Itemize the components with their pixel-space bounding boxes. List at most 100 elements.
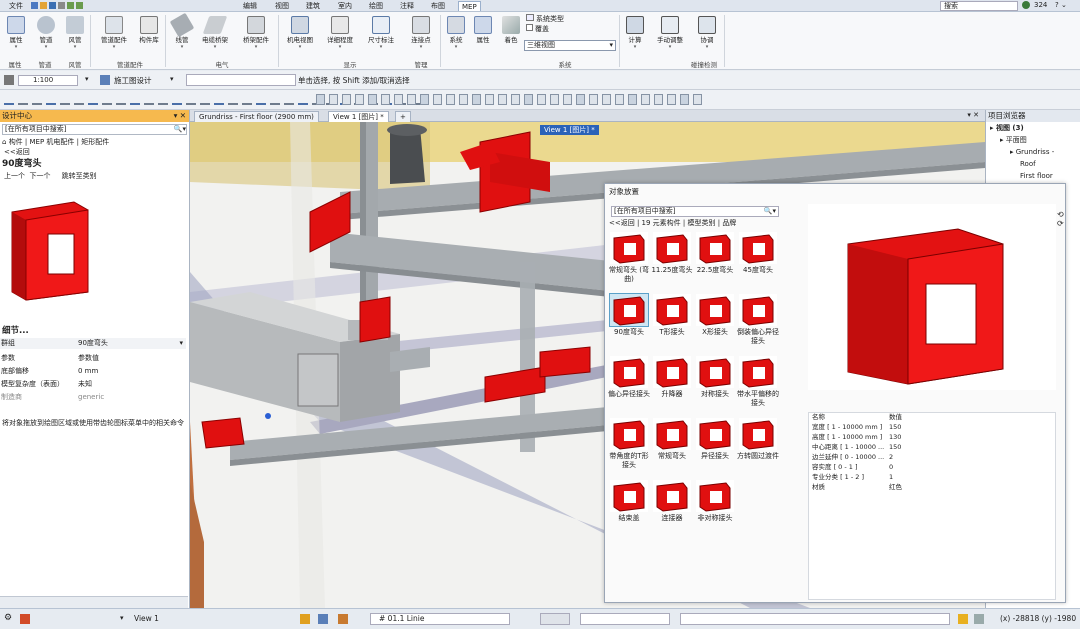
search-input[interactable]: 搜索 xyxy=(940,1,1018,11)
crumb-elements[interactable]: 19 元素构件 xyxy=(642,219,681,227)
shade-icon[interactable] xyxy=(459,94,468,105)
tab-architecture[interactable]: 建筑 xyxy=(303,1,323,11)
fitting-item[interactable]: 常规弯头 xyxy=(650,418,694,461)
tool-icon[interactable] xyxy=(20,614,30,624)
param-row[interactable]: 宽度 [ 1 - 10000 mm ] 150 xyxy=(809,422,1055,432)
next-link[interactable]: 下一个 xyxy=(29,172,50,180)
chevron-down-icon[interactable]: ▾ xyxy=(170,75,174,83)
connection-point-button[interactable]: 连接点 ▾ xyxy=(404,14,438,58)
brush-icon[interactable] xyxy=(338,614,348,624)
fitting-item[interactable]: 11.25度弯头 xyxy=(650,232,694,275)
crumb-rect-fittings[interactable]: 矩形配件 xyxy=(81,138,109,146)
fitting-item[interactable]: T形接头 xyxy=(650,294,694,337)
draw-line-icon[interactable] xyxy=(144,94,154,105)
fitting-item[interactable]: 方转圆过渡件 xyxy=(736,418,780,461)
tree-item[interactable]: ▸ 平面图 xyxy=(986,134,1080,146)
snap-center-icon[interactable] xyxy=(32,94,42,105)
section-icon[interactable] xyxy=(394,94,403,105)
snap-tangent-icon[interactable] xyxy=(74,94,84,105)
help-icon[interactable]: ? ⌄ xyxy=(1055,1,1067,9)
coloring-button[interactable]: 着色 xyxy=(496,14,526,58)
hide-icon[interactable] xyxy=(407,94,416,105)
duct-button[interactable]: 风管 ▾ xyxy=(60,14,90,58)
draw-arc-icon[interactable] xyxy=(186,94,196,105)
pipe-button[interactable]: 管道 ▾ xyxy=(31,14,61,58)
back-link[interactable]: <<返回 xyxy=(609,219,635,227)
trim-icon[interactable] xyxy=(298,94,308,105)
cable-tray-button[interactable]: 电缆桥架 ▾ xyxy=(198,14,232,58)
fitting-item[interactable]: 90度弯头 xyxy=(607,293,651,337)
system-properties-button[interactable]: 属性 xyxy=(468,14,498,58)
preview-tools[interactable]: ⟲ ⟳ xyxy=(1057,210,1067,238)
snap-midpoint-icon[interactable] xyxy=(18,94,28,105)
snap-polar-icon[interactable] xyxy=(130,94,140,105)
zoom-in-icon[interactable] xyxy=(342,94,351,105)
snap-nearest-icon[interactable] xyxy=(88,94,98,105)
tree-item[interactable]: ▸ Grundriss - xyxy=(986,146,1080,158)
lock-icon[interactable] xyxy=(958,614,968,624)
home-icon[interactable]: ⌂ xyxy=(2,138,6,146)
param-row[interactable]: 高度 [ 1 - 10000 mm ] 130 xyxy=(809,432,1055,442)
property-row[interactable]: 制造商 generic xyxy=(0,392,186,403)
redo-view-icon[interactable] xyxy=(329,94,338,105)
fitting-item[interactable]: 连接器 xyxy=(650,480,694,523)
fitting-item[interactable]: 带角度的T形接头 xyxy=(607,418,651,470)
chevron-down-icon[interactable]: ▾ xyxy=(85,75,89,83)
prev-link[interactable]: 上一个 xyxy=(4,172,25,180)
search-icon[interactable]: 🔍▾ xyxy=(764,207,776,216)
fitting-item[interactable]: 对称接头 xyxy=(693,356,737,399)
quick-access-toolbar[interactable] xyxy=(30,1,150,10)
fitting-item[interactable]: 45度弯头 xyxy=(736,232,780,275)
open-icon[interactable] xyxy=(40,2,47,9)
lock-icon[interactable] xyxy=(589,94,598,105)
print-icon[interactable] xyxy=(58,2,65,9)
tray-fitting-button[interactable]: 桥架配件 ▾ xyxy=(236,14,276,58)
fly-icon[interactable] xyxy=(524,94,533,105)
tree-item[interactable]: First floor xyxy=(986,170,1080,182)
tab-mep[interactable]: MEP xyxy=(458,1,481,11)
draw-circle-icon[interactable] xyxy=(200,94,210,105)
grid-icon[interactable] xyxy=(974,614,984,624)
coordinate-button[interactable]: 协调 ▾ xyxy=(692,14,722,58)
notification-count[interactable]: 324 xyxy=(1034,1,1047,9)
tab-file[interactable]: 文件 xyxy=(6,1,26,11)
param-row[interactable]: 边兰延伸 [ 0 - 10000 ... 2 xyxy=(809,452,1055,462)
export-icon[interactable] xyxy=(537,94,546,105)
light-icon[interactable] xyxy=(485,94,494,105)
view-select[interactable]: 三维视图 ▾ xyxy=(524,40,616,51)
tab-view-1[interactable]: View 1 [图片] * xyxy=(328,111,389,122)
system-button[interactable]: 系统 ▾ xyxy=(441,14,471,58)
fitting-item[interactable]: 22.5度弯头 xyxy=(693,232,737,275)
measure-area-icon[interactable] xyxy=(667,94,676,105)
calculate-button[interactable]: 计算 ▾ xyxy=(620,14,650,58)
crumb-mep-fittings[interactable]: MEP 机电配件 xyxy=(30,138,75,146)
help-icon[interactable] xyxy=(693,94,702,105)
detail-level-button[interactable]: 详细程度 ▾ xyxy=(322,14,358,58)
undo-icon[interactable] xyxy=(67,2,74,9)
crumb-model-category[interactable]: 模型类别 xyxy=(688,219,716,227)
texture-icon[interactable] xyxy=(472,94,481,105)
back-link[interactable]: <<返回 xyxy=(0,147,189,157)
scale-select[interactable]: 1:100 xyxy=(18,75,78,86)
snap-endpoint-icon[interactable] xyxy=(4,94,14,105)
print-icon[interactable] xyxy=(563,94,572,105)
tab-annotate[interactable]: 注释 xyxy=(397,1,417,11)
line-style-icon[interactable] xyxy=(4,75,14,85)
property-row[interactable]: 模型复杂度（表面） 未知 xyxy=(0,379,186,390)
system-type-option[interactable]: 系统类型 xyxy=(526,14,564,24)
walk-icon[interactable] xyxy=(511,94,520,105)
tree-item[interactable]: ▸ 视图 (3) xyxy=(986,122,1080,134)
param-row[interactable]: 容实度 [ 0 - 1 ] 0 xyxy=(809,462,1055,472)
snap-intersection-icon[interactable] xyxy=(46,94,56,105)
jump-category-link[interactable]: 跳转至类别 xyxy=(62,172,97,180)
zoom-out-icon[interactable] xyxy=(355,94,364,105)
draw-offset-icon[interactable] xyxy=(228,94,238,105)
fitting-item[interactable]: 升降器 xyxy=(650,356,694,399)
draw-polyline-icon[interactable] xyxy=(158,94,168,105)
pan-icon[interactable] xyxy=(368,94,377,105)
layer-icon[interactable] xyxy=(300,614,310,624)
rotate-icon[interactable]: ⟲ xyxy=(1057,210,1067,219)
pipe-fitting-button[interactable]: 管道配件 ▾ xyxy=(96,14,132,58)
param-row[interactable]: 中心距离 [ 1 - 10000 ... 150 xyxy=(809,442,1055,452)
undo-view-icon[interactable] xyxy=(316,94,325,105)
